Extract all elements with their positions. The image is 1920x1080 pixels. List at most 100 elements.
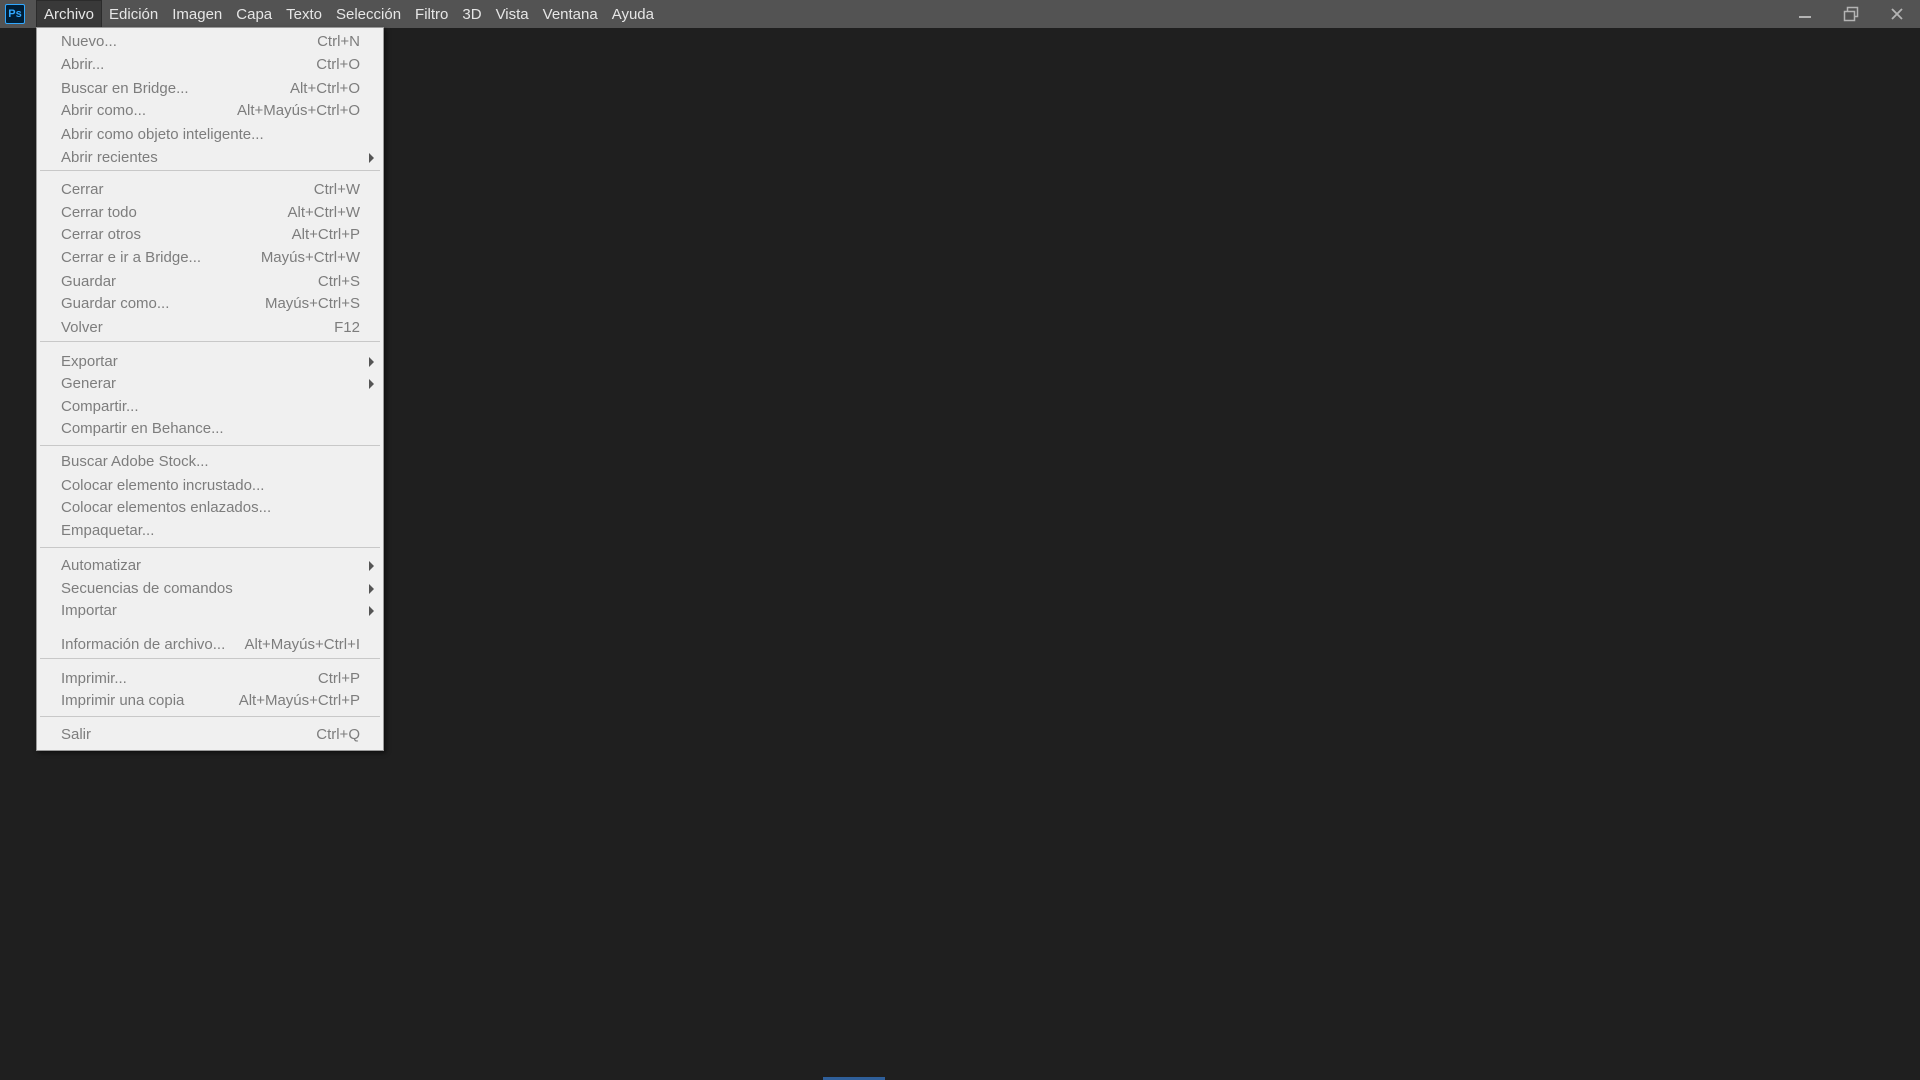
menu-item-shortcut: Alt+Ctrl+W xyxy=(287,204,360,221)
menu-item-shortcut: Ctrl+S xyxy=(317,273,360,290)
menu-separator xyxy=(40,658,380,659)
menu-capa[interactable]: Capa xyxy=(229,0,279,28)
menu-separator xyxy=(40,170,380,171)
menu-item-shortcut: Alt+Mayús+Ctrl+O xyxy=(237,102,360,119)
menu-item-volver[interactable]: Volver F12 xyxy=(37,316,383,339)
menu-item-cerrar-otros[interactable]: Cerrar otros Alt+Ctrl+P xyxy=(37,223,383,246)
menu-item-label: Guardar xyxy=(61,273,117,290)
menu-item-cerrar-todo[interactable]: Cerrar todo Alt+Ctrl+W xyxy=(37,201,383,224)
menu-item-cerrar[interactable]: Cerrar Ctrl+W xyxy=(37,178,383,201)
submenu-arrow-icon xyxy=(369,379,374,389)
menu-item-label: Información de archivo... xyxy=(61,636,226,653)
menu-ventana[interactable]: Ventana xyxy=(536,0,605,28)
menu-item-label: Cerrar otros xyxy=(61,226,142,243)
submenu-arrow-icon xyxy=(369,153,374,163)
menu-item-shortcut: Ctrl+Q xyxy=(316,726,360,743)
window-controls xyxy=(1782,0,1920,28)
menu-seleccion[interactable]: Selección xyxy=(329,0,408,28)
minimize-icon[interactable] xyxy=(1782,0,1828,28)
menu-item-abrir[interactable]: Abrir... Ctrl+O xyxy=(37,53,383,76)
menu-item-label: Abrir como... xyxy=(61,102,147,119)
menu-item-label: Automatizar xyxy=(61,557,142,574)
menu-item-colocar-elementos-enlazados[interactable]: Colocar elementos enlazados... xyxy=(37,496,383,519)
menu-item-buscar-adobe-stock[interactable]: Buscar Adobe Stock... xyxy=(37,450,383,473)
menu-item-label: Imprimir... xyxy=(61,670,127,687)
menu-imagen[interactable]: Imagen xyxy=(165,0,229,28)
menu-texto[interactable]: Texto xyxy=(279,0,329,28)
menu-item-automatizar[interactable]: Automatizar xyxy=(37,554,383,577)
menu-separator xyxy=(40,716,380,717)
menu-item-compartir[interactable]: Compartir... xyxy=(37,395,383,418)
restore-icon[interactable] xyxy=(1828,0,1874,28)
menu-item-generar[interactable]: Generar xyxy=(37,372,383,395)
menu-bar: Ps Archivo Edición Imagen Capa Texto Sel… xyxy=(0,0,1920,28)
menu-archivo[interactable]: Archivo xyxy=(36,0,103,28)
menu-item-compartir-en-behance[interactable]: Compartir en Behance... xyxy=(37,417,383,440)
menu-item-label: Cerrar e ir a Bridge... xyxy=(61,249,202,266)
menu-item-cerrar-e-ir-a-bridge[interactable]: Cerrar e ir a Bridge... Mayús+Ctrl+W xyxy=(37,246,383,269)
menu-item-abrir-como-objeto-inteligente[interactable]: Abrir como objeto inteligente... xyxy=(37,123,383,146)
menu-item-abrir-recientes[interactable]: Abrir recientes xyxy=(37,146,383,169)
photoshop-window: Ps Archivo Edición Imagen Capa Texto Sel… xyxy=(0,0,1920,1080)
submenu-arrow-icon xyxy=(369,561,374,571)
menu-item-shortcut: Mayús+Ctrl+S xyxy=(264,295,360,312)
submenu-arrow-icon xyxy=(369,584,374,594)
menu-item-shortcut: Alt+Mayús+Ctrl+P xyxy=(238,692,360,709)
menu-item-shortcut: Alt+Mayús+Ctrl+I xyxy=(244,636,360,653)
menu-item-label: Exportar xyxy=(61,353,118,370)
menu-item-label: Cerrar xyxy=(61,181,104,198)
menu-bar-items: Archivo Edición Imagen Capa Texto Selecc… xyxy=(36,0,661,28)
menu-item-label: Importar xyxy=(61,602,117,619)
menu-ayuda[interactable]: Ayuda xyxy=(605,0,661,28)
menu-3d[interactable]: 3D xyxy=(455,0,488,28)
menu-separator xyxy=(40,445,380,446)
menu-vista[interactable]: Vista xyxy=(489,0,536,28)
menu-item-shortcut: Ctrl+P xyxy=(317,670,360,687)
menu-item-shortcut: F12 xyxy=(334,319,360,336)
menu-item-label: Generar xyxy=(61,375,117,392)
menu-item-label: Volver xyxy=(61,319,103,336)
menu-item-label: Colocar elementos enlazados... xyxy=(61,499,272,516)
menu-separator xyxy=(40,341,380,342)
menu-item-imprimir-una-copia[interactable]: Imprimir una copia Alt+Mayús+Ctrl+P xyxy=(37,689,383,712)
photoshop-logo-icon[interactable]: Ps xyxy=(5,4,25,24)
menu-item-shortcut: Alt+Ctrl+P xyxy=(291,226,360,243)
close-icon[interactable] xyxy=(1874,0,1920,28)
menu-item-shortcut: Ctrl+N xyxy=(317,33,360,50)
menu-item-label: Buscar Adobe Stock... xyxy=(61,453,209,470)
menu-item-salir[interactable]: Salir Ctrl+Q xyxy=(37,723,383,746)
menu-filtro[interactable]: Filtro xyxy=(408,0,455,28)
menu-item-shortcut: Mayús+Ctrl+W xyxy=(260,249,360,266)
menu-item-label: Salir xyxy=(61,726,92,743)
menu-item-label: Cerrar todo xyxy=(61,204,137,221)
menu-item-label: Abrir como objeto inteligente... xyxy=(61,126,264,143)
menu-item-shortcut: Ctrl+W xyxy=(313,181,360,198)
menu-edicion[interactable]: Edición xyxy=(102,0,165,28)
menu-item-label: Colocar elemento incrustado... xyxy=(61,477,265,494)
menu-item-label: Abrir... xyxy=(61,56,105,73)
menu-item-colocar-elemento-incrustado[interactable]: Colocar elemento incrustado... xyxy=(37,474,383,497)
archivo-dropdown-menu: Nuevo... Ctrl+N Abrir... Ctrl+O Buscar en Br… xyxy=(36,27,384,751)
menu-item-importar[interactable]: Importar xyxy=(37,599,383,622)
menu-item-guardar[interactable]: Guardar Ctrl+S xyxy=(37,270,383,293)
menu-item-label: Buscar en Bridge... xyxy=(61,80,189,97)
menu-item-label: Imprimir una copia xyxy=(61,692,185,709)
menu-item-exportar[interactable]: Exportar xyxy=(37,350,383,373)
menu-item-nuevo[interactable]: Nuevo... Ctrl+N xyxy=(37,30,383,53)
menu-item-label: Empaquetar... xyxy=(61,522,155,539)
menu-item-guardar-como[interactable]: Guardar como... Mayús+Ctrl+S xyxy=(37,292,383,315)
menu-item-empaquetar[interactable]: Empaquetar... xyxy=(37,519,383,542)
menu-item-imprimir[interactable]: Imprimir... Ctrl+P xyxy=(37,667,383,690)
menu-item-label: Compartir en Behance... xyxy=(61,420,224,437)
submenu-arrow-icon xyxy=(369,606,374,616)
menu-item-abrir-como[interactable]: Abrir como... Alt+Mayús+Ctrl+O xyxy=(37,99,383,122)
menu-item-label: Guardar como... xyxy=(61,295,170,312)
menu-separator xyxy=(40,547,380,548)
menu-item-buscar-en-bridge[interactable]: Buscar en Bridge... Alt+Ctrl+O xyxy=(37,77,383,100)
menu-item-label: Compartir... xyxy=(61,398,139,415)
menu-item-shortcut: Alt+Ctrl+O xyxy=(289,80,360,97)
menu-item-informacion-de-archivo[interactable]: Información de archivo... Alt+Mayús+Ctrl+… xyxy=(37,633,383,656)
menu-item-secuencias-de-comandos[interactable]: Secuencias de comandos xyxy=(37,577,383,600)
menu-item-shortcut: Ctrl+O xyxy=(316,56,360,73)
menu-item-label: Nuevo... xyxy=(61,33,117,50)
